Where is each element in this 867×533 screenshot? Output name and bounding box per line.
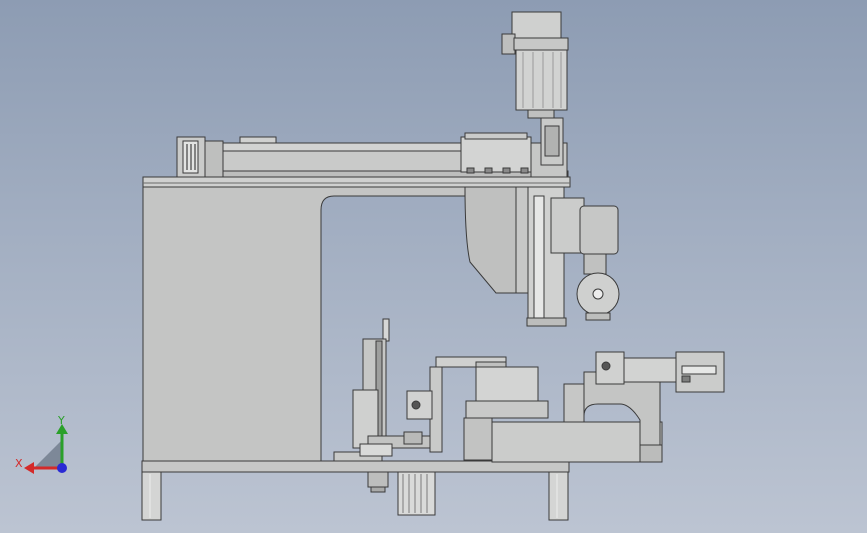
module-bracket [239, 136, 277, 144]
z-slot [533, 195, 545, 319]
machine-assembly-drawing[interactable] [0, 0, 867, 533]
base-table[interactable] [141, 460, 570, 521]
base-plate [141, 460, 570, 473]
z-plate-bottom [526, 317, 567, 327]
lower-knob-cap [370, 486, 386, 493]
z-side-bracket [550, 197, 585, 254]
fixture-base [563, 383, 585, 423]
module-top-cover [222, 142, 469, 152]
motor-flange-top [513, 37, 569, 51]
fixture-knob [601, 361, 611, 371]
triad-arrow-x [24, 462, 34, 474]
frame-plate [142, 186, 466, 462]
triad-plane [34, 440, 62, 468]
platform-chamfer [639, 444, 663, 463]
fixture-bolt [681, 375, 691, 383]
axis-x-label: X [15, 457, 23, 470]
platform-drawer [491, 421, 663, 463]
lower-knob [367, 471, 389, 488]
slide-nut [403, 431, 423, 445]
leg-right [548, 471, 569, 521]
motor-cap [511, 11, 562, 39]
coordinate-triad-icon [24, 424, 68, 474]
motor-connector [501, 33, 516, 55]
fixture-cylinder-slot [681, 365, 717, 375]
platform-lower [463, 417, 493, 461]
coupler-window [544, 125, 560, 157]
platform-block [475, 366, 539, 404]
clamp-knob [411, 400, 421, 410]
z-axis-module[interactable] [464, 186, 620, 327]
linear-module-x[interactable] [176, 132, 569, 178]
z-arm [583, 253, 607, 275]
slide-spring [359, 443, 393, 457]
leg-left [141, 471, 162, 521]
z-wheel-foot [585, 312, 611, 321]
cad-viewport[interactable]: X Y [0, 0, 867, 533]
carriage-top [464, 132, 528, 140]
module-body [222, 150, 469, 172]
z-rail [515, 186, 529, 294]
slide-post [382, 318, 390, 342]
triad-axis-z [57, 463, 67, 473]
z-counterweight [464, 186, 517, 294]
z-wheel-hub [592, 288, 604, 300]
module-motor-mount [204, 140, 224, 178]
motor-body [515, 49, 568, 111]
platform-plate [465, 400, 549, 419]
frame-top-rail [142, 176, 571, 188]
axis-y-label: Y [58, 414, 65, 427]
lower-block [397, 471, 436, 516]
z-gearbox [579, 205, 619, 255]
fixture-rail [623, 357, 681, 383]
module-carriage [460, 136, 532, 173]
motor-coupler [527, 109, 555, 119]
left-slide-assembly[interactable] [333, 318, 435, 462]
